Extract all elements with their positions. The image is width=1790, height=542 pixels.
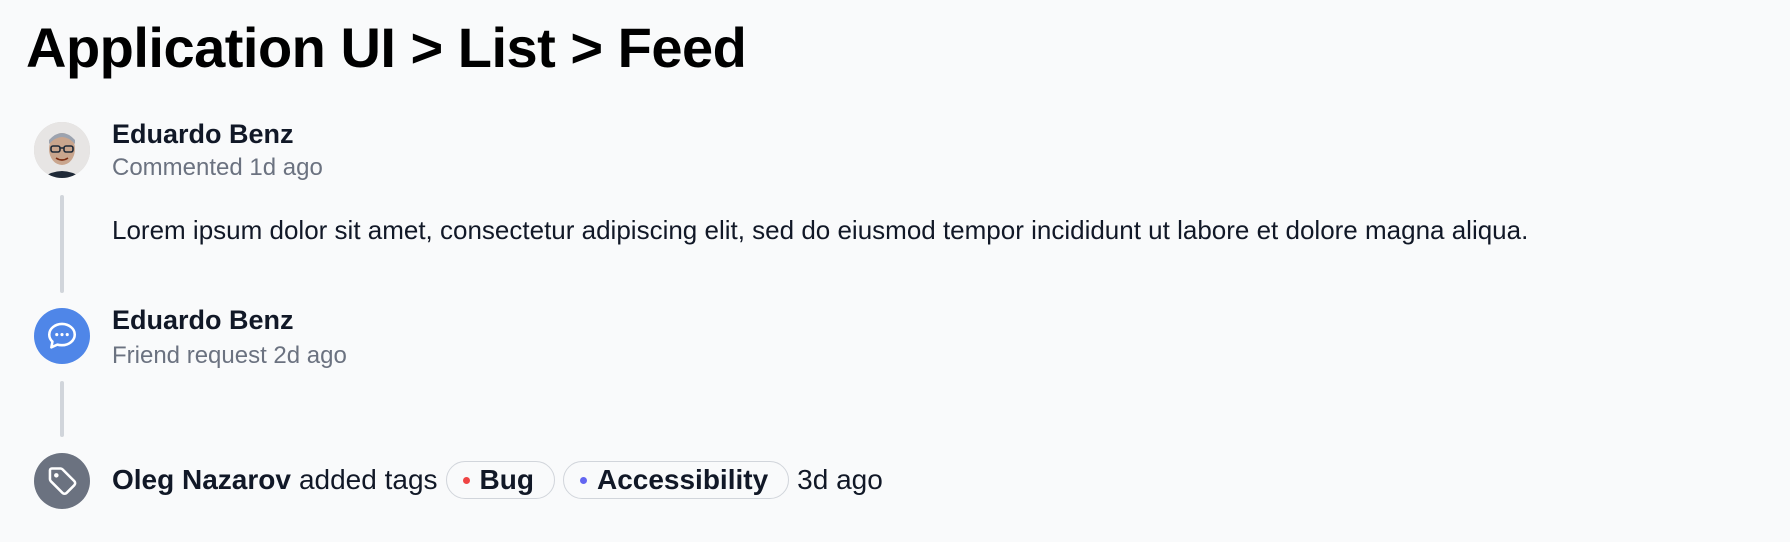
activity-feed: Eduardo Benz Commented 1d ago Lorem ipsu…	[0, 0, 1790, 542]
user-photo-icon	[34, 122, 90, 178]
avatar[interactable]	[34, 122, 90, 178]
tags-activity: Oleg Nazarov added tags Bug Accessibilit…	[112, 460, 883, 500]
friend-request-avatar	[34, 308, 90, 364]
comment-body: Lorem ipsum dolor sit amet, consectetur …	[112, 215, 1529, 245]
tags-avatar	[34, 453, 90, 509]
timeline-connector	[60, 381, 64, 437]
tag-accessibility[interactable]: Accessibility	[562, 461, 790, 499]
tag-icon	[48, 467, 77, 495]
tags-actor[interactable]: Oleg Nazarov	[112, 460, 291, 500]
tag-label: Accessibility	[596, 464, 769, 495]
tags-action: added tags	[298, 464, 438, 495]
comment-author[interactable]: Eduardo Benz	[112, 116, 294, 152]
comment-meta: Commented 1d ago	[112, 154, 323, 181]
friend-request-author[interactable]: Eduardo Benz	[112, 302, 294, 338]
timeline-connector	[60, 195, 64, 293]
tag-dot-icon	[579, 476, 587, 484]
friend-request-meta: Friend request 2d ago	[112, 342, 347, 369]
tag-bug[interactable]: Bug	[445, 461, 555, 499]
tag-dot-icon	[462, 476, 470, 484]
tag-label: Bug	[479, 464, 534, 495]
chat-bubble-icon	[47, 322, 77, 349]
tags-time: 3d ago	[797, 464, 883, 495]
